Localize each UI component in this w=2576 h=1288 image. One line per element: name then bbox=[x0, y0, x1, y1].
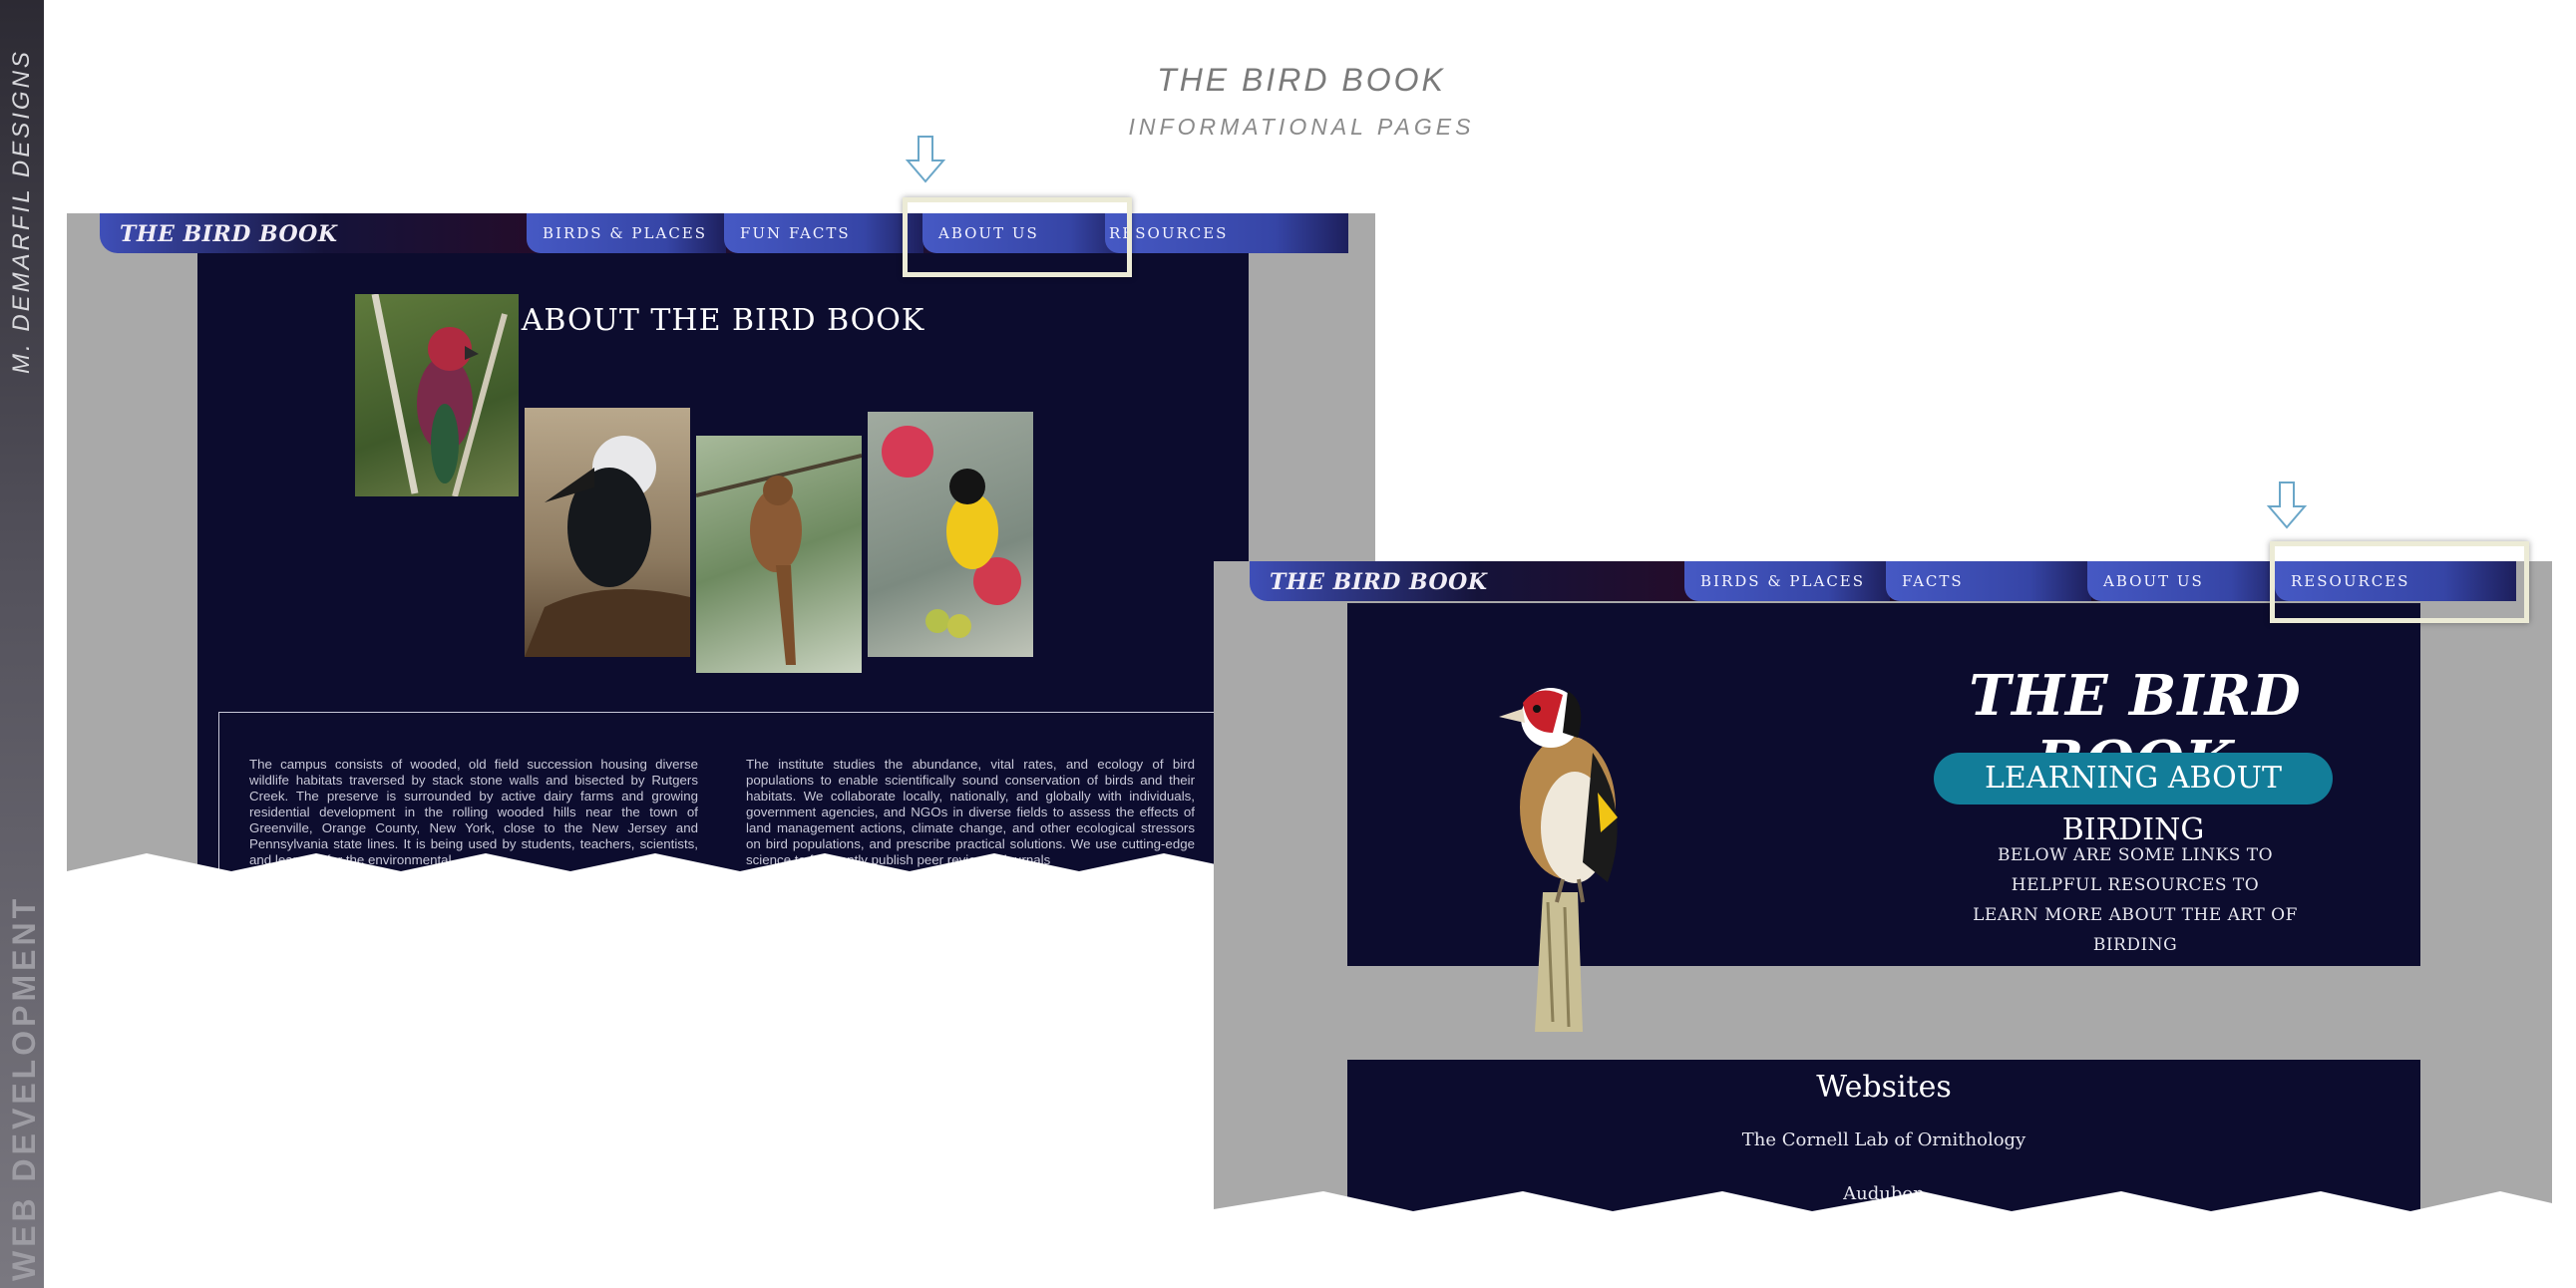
nav-tab-resources[interactable]: RESOURCES bbox=[1105, 213, 1348, 253]
about-page-mockup: THE BIRD BOOK BIRDS & PLACES FUN FACTS A… bbox=[67, 213, 1375, 871]
active-tab-highlight bbox=[2270, 541, 2529, 623]
oriole-photo bbox=[868, 412, 1033, 657]
hornbill-photo bbox=[525, 408, 690, 657]
torn-edge bbox=[67, 853, 1375, 871]
learning-pill[interactable]: LEARNING ABOUT BIRDING bbox=[1934, 753, 2333, 847]
link-cornell-lab[interactable]: The Cornell Lab of Ornithology bbox=[1347, 1129, 2420, 1150]
page-subtitle: INFORMATIONAL PAGES bbox=[1128, 114, 1475, 140]
hero-description: BELOW ARE SOME LINKS TO HELPFUL RESOURCE… bbox=[1966, 840, 2305, 960]
nav-tab-facts[interactable]: FACTS bbox=[1886, 561, 2091, 601]
cuckoo-photo bbox=[696, 436, 862, 673]
nav-tab-fun-facts[interactable]: FUN FACTS bbox=[724, 213, 923, 253]
designer-label: M. DEMARFIL DESIGNS bbox=[8, 49, 35, 374]
nav-tab-birds-places[interactable]: BIRDS & PLACES bbox=[527, 213, 726, 253]
websites-title: Websites bbox=[1816, 1070, 1952, 1105]
resources-page-mockup: THE BIRD BOOK BIRDS & PLACES FACTS ABOUT… bbox=[1214, 561, 2552, 1219]
navbar: THE BIRD BOOK BIRDS & PLACES FUN FACTS A… bbox=[100, 213, 1348, 253]
nav-tab-birds-places[interactable]: BIRDS & PLACES bbox=[1684, 561, 1890, 601]
category-label: WEB DEVELOPMENT bbox=[6, 894, 42, 1281]
site-logo[interactable]: THE BIRD BOOK bbox=[1270, 569, 1487, 595]
hero-desc-line-1: BELOW ARE SOME LINKS TO HELPFUL RESOURCE… bbox=[1997, 845, 2274, 895]
goldfinch-image bbox=[1499, 688, 1618, 1032]
arrow-down-icon bbox=[905, 136, 946, 183]
torn-edge bbox=[1214, 1191, 2552, 1219]
page-title: THE BIRD BOOK bbox=[1157, 62, 1446, 98]
arrow-down-icon bbox=[2266, 482, 2308, 529]
active-tab-highlight bbox=[903, 197, 1132, 277]
hero-desc-line-2: LEARN MORE ABOUT THE ART OF BIRDING bbox=[1973, 905, 2298, 955]
site-logo[interactable]: THE BIRD BOOK bbox=[120, 221, 337, 247]
nav-tab-about-us[interactable]: ABOUT US bbox=[2087, 561, 2293, 601]
parrot-photo bbox=[355, 294, 519, 496]
